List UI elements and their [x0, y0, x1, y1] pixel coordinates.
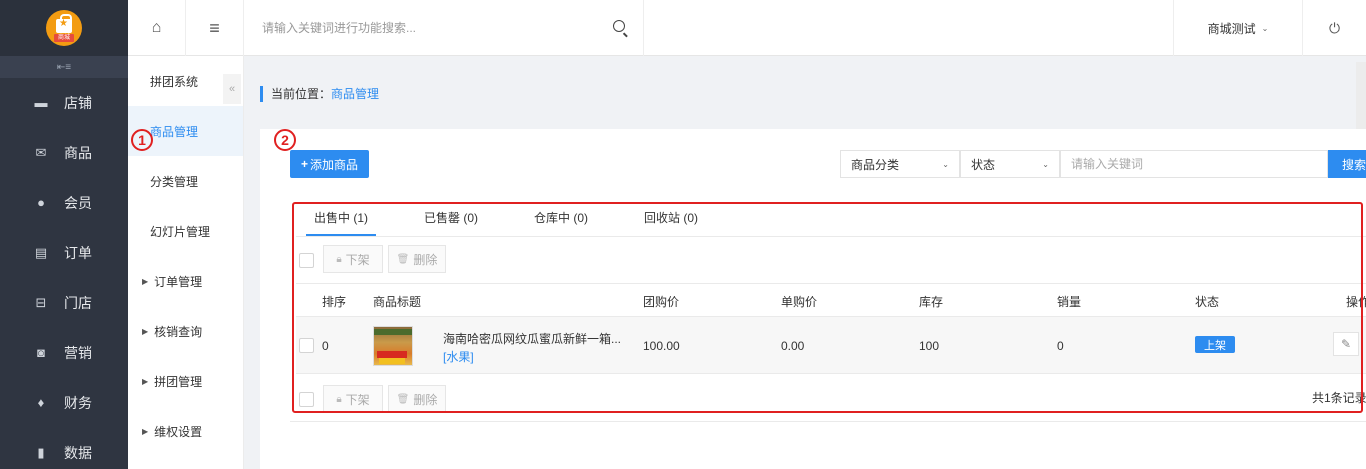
subnav-item-label: 维权设置 — [154, 424, 203, 439]
status-filter-select[interactable]: 状态 ⌄ — [960, 150, 1060, 178]
search-icon[interactable] — [613, 20, 625, 32]
hamburger-icon: ≡ — [209, 17, 220, 38]
function-search-input[interactable] — [244, 21, 584, 35]
gift-icon: ◙ — [37, 345, 45, 360]
add-goods-button[interactable]: + 添加商品 — [290, 150, 369, 178]
collapse-menu-icon: ⇤≡ — [56, 61, 72, 73]
breadcrumb-prefix: 当前位置： — [271, 87, 332, 101]
caret-right-icon: ▶ — [142, 326, 149, 336]
order-icon: ▤ — [34, 245, 48, 260]
subnav-item-category-management[interactable]: 分类管理 — [128, 156, 243, 206]
breadcrumb-current[interactable]: 商品管理 — [331, 87, 379, 101]
sidebar-item-order[interactable]: ▤ 订单 — [0, 228, 128, 278]
chevron-down-icon: ⌄ — [1261, 23, 1269, 33]
search-button[interactable]: 搜索 — [1328, 150, 1366, 178]
sidebar-item-label: 财务 — [64, 395, 92, 411]
sidebar-item-label: 店铺 — [64, 95, 92, 111]
chevron-down-icon: ⌄ — [942, 159, 949, 169]
keyword-search-input[interactable] — [1060, 150, 1328, 178]
sidebar-item-shop[interactable]: ⊟ 门店 — [0, 278, 128, 328]
logo-text: 商城 — [54, 34, 74, 42]
sidebar-item-label: 营销 — [64, 345, 92, 361]
home-button[interactable]: ⌂ — [128, 0, 186, 56]
sidebar-item-member[interactable]: ● 会员 — [0, 178, 128, 228]
category-filter-select[interactable]: 商品分类 ⌄ — [840, 150, 960, 178]
scrollbar[interactable] — [1356, 62, 1366, 130]
menu-toggle-button[interactable]: ≡ — [186, 0, 244, 56]
sidebar-collapse-toggle[interactable]: ⇤≡ — [0, 56, 128, 78]
caret-right-icon: ▶ — [142, 376, 149, 386]
subnav-item-label: 商品管理 — [150, 124, 199, 139]
store-icon: ▬ — [34, 95, 48, 110]
chevron-down-icon: ⌄ — [1042, 159, 1049, 169]
breadcrumb: 当前位置：商品管理 — [260, 86, 379, 102]
sidebar-item-finance[interactable]: ♦ 财务 — [0, 378, 128, 428]
top-bar: ⌂ ≡ 商城测试 ⌄ ⏻ — [128, 0, 1366, 56]
caret-right-icon: ▶ — [142, 276, 149, 286]
add-goods-label: 添加商品 — [310, 157, 359, 172]
annotation-highlight-box — [292, 202, 1363, 413]
logo-area: 商城 — [0, 0, 128, 56]
subnav-item-rights-settings[interactable]: ▶ 维权设置 — [128, 406, 243, 456]
home-icon: ⌂ — [151, 19, 162, 36]
subnav-item-label: 拼团管理 — [154, 374, 203, 389]
subnav-item-order-management[interactable]: ▶ 订单管理 — [128, 256, 243, 306]
shopping-bag-icon — [56, 14, 72, 33]
money-bag-icon: ♦ — [37, 395, 45, 410]
store-name: 商城测试 — [1207, 21, 1256, 36]
double-chevron-left-icon: « — [228, 83, 236, 95]
subnav-item-label: 分类管理 — [150, 174, 199, 189]
app-root: 商城 ⇤≡ ▬ 店铺 ✉ 商品 ● 会员 ▤ 订单 ⊟ 门店 ◙ 营销 — [0, 0, 1366, 469]
subnav-item-label: 订单管理 — [154, 274, 203, 289]
subnav-item-label: 拼团系统 — [150, 74, 199, 89]
annotation-marker-2: 2 — [274, 129, 296, 151]
sidebar-item-store[interactable]: ▬ 店铺 — [0, 78, 128, 128]
member-icon: ● — [37, 195, 45, 210]
subnav-collapse-button[interactable]: « — [223, 74, 241, 104]
sidebar-item-data[interactable]: ▮ 数据 — [0, 428, 128, 469]
power-icon: ⏻ — [1328, 19, 1341, 36]
subnav-item-slideshow-management[interactable]: 幻灯片管理 — [128, 206, 243, 256]
sidebar-item-goods[interactable]: ✉ 商品 — [0, 128, 128, 178]
bottom-divider — [290, 421, 1366, 422]
main-sidebar: 商城 ⇤≡ ▬ 店铺 ✉ 商品 ● 会员 ▤ 订单 ⊟ 门店 ◙ 营销 — [0, 0, 128, 469]
search-button-label: 搜索 — [1342, 157, 1366, 172]
logout-button[interactable]: ⏻ — [1303, 0, 1366, 56]
subnav-item-label: 核销查询 — [154, 324, 203, 339]
shop-icon: ⊟ — [35, 295, 47, 310]
plus-icon: + — [300, 157, 308, 171]
sidebar-item-label: 商品 — [64, 145, 92, 161]
status-filter-value: 状态 — [971, 157, 996, 172]
bar-chart-icon: ▮ — [37, 445, 45, 460]
subnav-item-group-management[interactable]: ▶ 拼团管理 — [128, 356, 243, 406]
subnav-item-label: 幻灯片管理 — [150, 224, 211, 239]
caret-right-icon: ▶ — [142, 426, 149, 436]
annotation-marker-1: 1 — [131, 129, 153, 151]
goods-icon: ✉ — [35, 145, 47, 160]
sidebar-item-marketing[interactable]: ◙ 营销 — [0, 328, 128, 378]
sidebar-item-label: 门店 — [64, 295, 92, 311]
store-switcher[interactable]: 商城测试 ⌄ — [1173, 0, 1303, 56]
shop-logo[interactable]: 商城 — [46, 10, 82, 46]
sidebar-item-label: 数据 — [64, 445, 92, 461]
sub-sidebar: 拼团系统 商品管理 分类管理 幻灯片管理 ▶ 订单管理 ▶ 核销查询 ▶ 拼团管… — [128, 56, 244, 469]
category-filter-value: 商品分类 — [851, 157, 900, 172]
function-search — [244, 0, 644, 56]
sidebar-item-label: 订单 — [64, 245, 92, 261]
sidebar-item-label: 会员 — [64, 195, 92, 211]
subnav-item-verification-query[interactable]: ▶ 核销查询 — [128, 306, 243, 356]
